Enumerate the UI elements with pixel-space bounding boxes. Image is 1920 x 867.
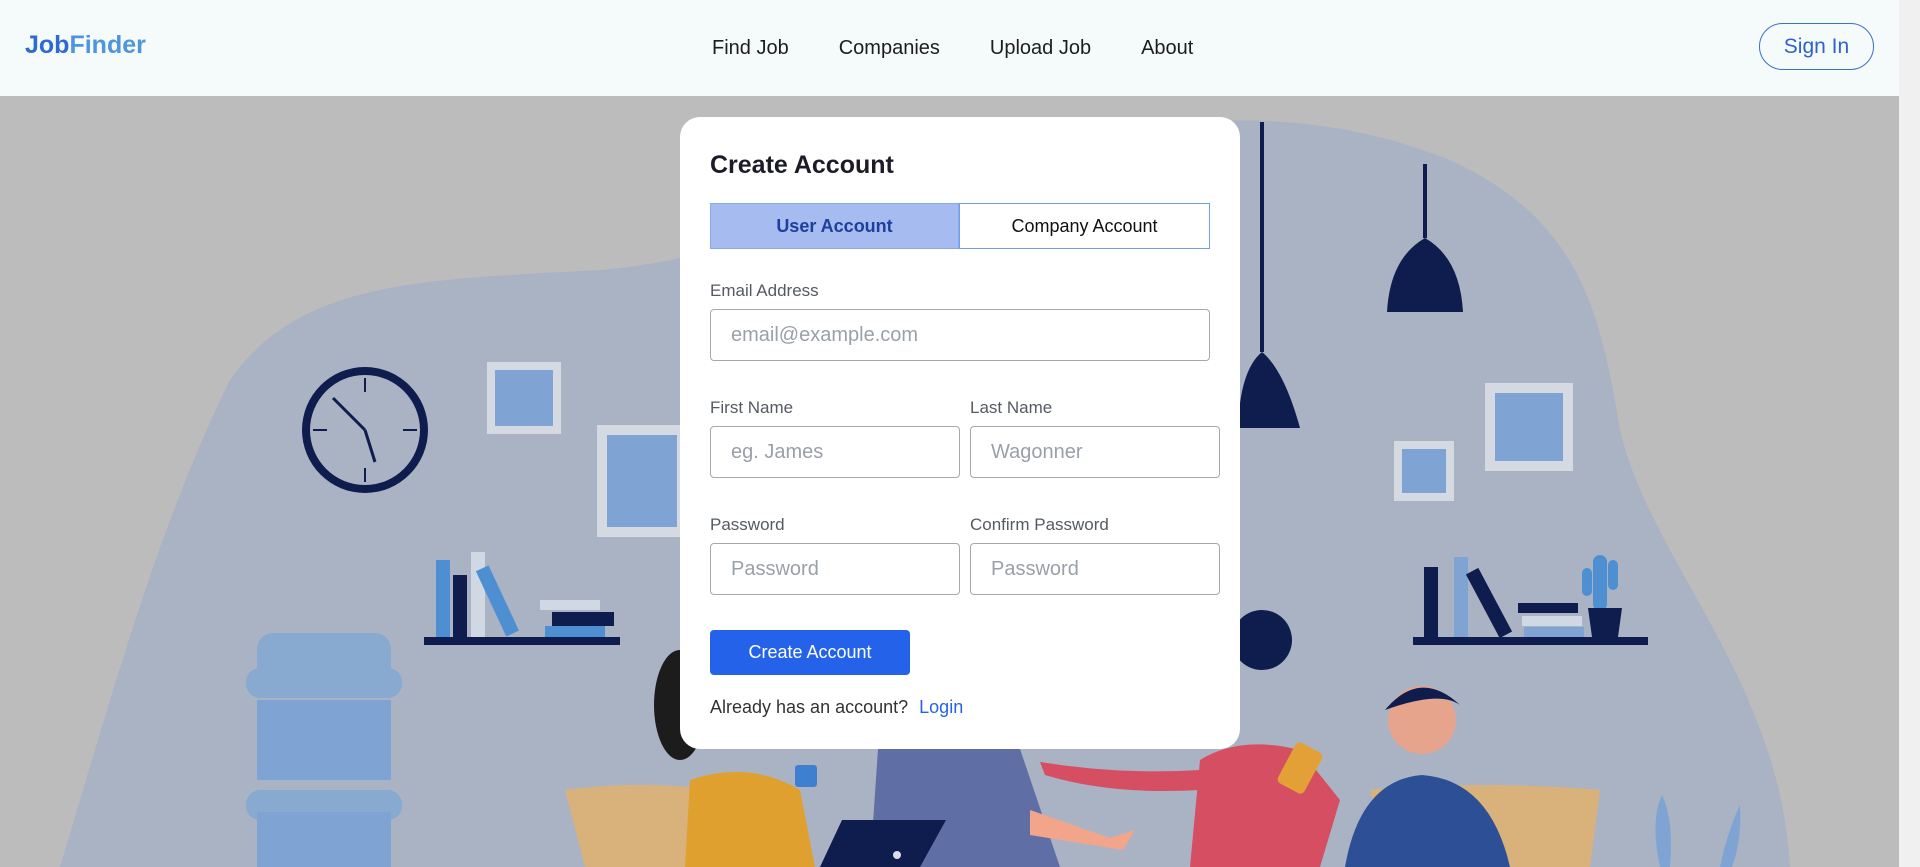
- email-field[interactable]: [710, 309, 1210, 361]
- create-account-card: Create Account User Account Company Acco…: [680, 117, 1240, 749]
- password-label: Password: [710, 515, 785, 534]
- nav-about[interactable]: About: [1141, 37, 1193, 60]
- water-cooler-icon: [246, 633, 402, 867]
- first-name-field[interactable]: [710, 426, 960, 478]
- clock-icon: [302, 367, 428, 493]
- tab-user-account[interactable]: User Account: [710, 203, 959, 249]
- create-account-button[interactable]: Create Account: [710, 630, 910, 675]
- last-name-label: Last Name: [970, 398, 1053, 417]
- login-prompt: Already has an account? Login: [710, 697, 963, 718]
- first-name-label: First Name: [710, 398, 794, 417]
- navbar: JobFinder Find Job Companies Upload Job …: [0, 0, 1899, 96]
- logo[interactable]: JobFinder: [25, 31, 146, 60]
- tab-company-account[interactable]: Company Account: [959, 203, 1210, 249]
- nav-links: Find Job Companies Upload Job About: [712, 37, 1193, 60]
- sign-in-button[interactable]: Sign In: [1759, 23, 1874, 70]
- email-label: Email Address: [710, 281, 819, 300]
- confirm-password-field[interactable]: [970, 543, 1220, 595]
- nav-companies[interactable]: Companies: [839, 37, 940, 60]
- nav-upload-job[interactable]: Upload Job: [990, 37, 1091, 60]
- logo-part-2: Finder: [69, 31, 146, 59]
- password-field[interactable]: [710, 543, 960, 595]
- login-link[interactable]: Login: [919, 697, 963, 717]
- card-title: Create Account: [710, 151, 894, 179]
- login-prompt-text: Already has an account?: [710, 697, 909, 717]
- nav-find-job[interactable]: Find Job: [712, 37, 789, 60]
- logo-part-1: Job: [25, 31, 70, 59]
- confirm-password-label: Confirm Password: [970, 515, 1109, 534]
- last-name-field[interactable]: [970, 426, 1220, 478]
- scrollbar[interactable]: [1899, 0, 1920, 867]
